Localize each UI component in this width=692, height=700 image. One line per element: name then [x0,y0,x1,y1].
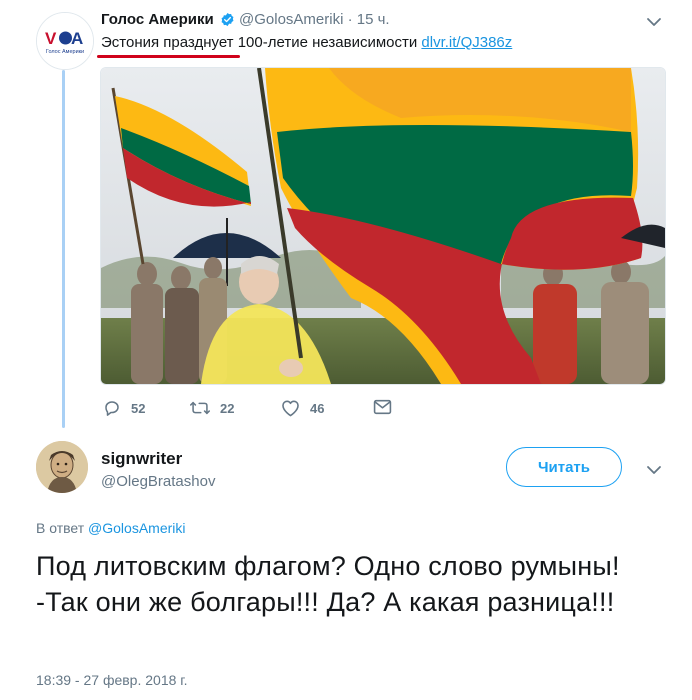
signwriter-avatar[interactable] [36,441,88,493]
thread-connector-line [62,70,65,428]
reply-to-mention[interactable]: @GolosAmeriki [88,520,185,536]
like-action[interactable]: 46 [281,399,324,417]
voa-logo-icon: V A Голос Америки [37,13,93,69]
verified-icon [221,12,234,27]
reply-action[interactable]: 52 [103,399,145,417]
reply-icon [105,401,119,416]
tweet-text-rest: 100-летие независимости [233,34,422,51]
tweet-link[interactable]: dlvr.it/QJ386z [421,34,512,51]
retweet-icon [190,401,210,415]
quoted-author-meta[interactable]: @GolosAmeriki · 15 ч. [239,11,390,28]
quoted-time-ago[interactable]: · 15 ч. [348,11,390,28]
tweet-photo[interactable] [100,67,666,385]
sketch-portrait-icon [36,441,88,493]
follow-button[interactable]: Читать [506,447,622,487]
direct-message-action[interactable] [373,399,402,415]
reply-tweet-text: Под литовским флагом? Одно слово румыны!… [36,551,620,617]
voa-avatar[interactable]: V A Голос Америки [36,12,94,70]
quoted-tweet-text: Эстония празднует 100-летие независимост… [101,34,512,51]
svg-text:Голос Америки: Голос Америки [46,49,84,55]
highlighted-phrase: Эстония празднует [101,34,234,51]
reply-context: В ответ @GolosAmeriki [36,520,185,536]
flags-photo-image [101,68,665,384]
quoted-author-handle[interactable]: @GolosAmeriki [239,11,343,28]
red-annotation-underline [97,55,240,58]
message-icon [373,399,392,415]
reply-author-name[interactable]: signwriter [101,449,182,469]
reply-timestamp[interactable]: 18:39 - 27 февр. 2018 г. [36,672,188,688]
reply-count: 52 [131,400,146,416]
chevron-down-icon[interactable] [646,462,662,478]
like-count: 46 [310,400,325,416]
quoted-author-name[interactable]: Голос Америки [101,11,214,28]
retweet-count: 22 [220,400,235,416]
retweet-action[interactable]: 22 [190,399,234,417]
chevron-down-icon[interactable] [646,14,662,30]
svg-text:V: V [45,29,57,48]
like-icon [282,400,299,417]
reply-author-handle[interactable]: @OlegBratashov [101,473,215,490]
svg-text:A: A [71,29,83,48]
reply-to-prefix: В ответ [36,520,89,536]
